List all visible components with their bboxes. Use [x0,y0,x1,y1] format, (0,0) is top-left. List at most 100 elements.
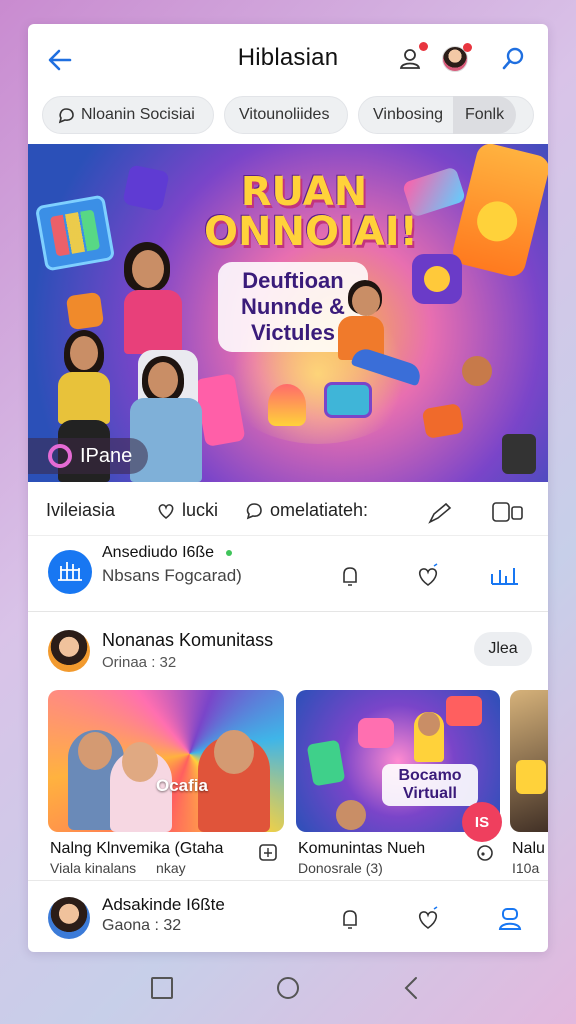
chip-videos[interactable]: Vitounoliides [224,96,348,134]
carousel-card[interactable]: Nalu I10a [510,690,548,880]
person-head [148,362,178,398]
community-header[interactable]: Nonanas Komunitass Orinaa : 32 Jlea [28,616,548,686]
post-author: Adsakinde I6ßte [102,895,225,914]
floating-tile [306,739,346,787]
floating-tile [358,718,394,748]
building-icon [58,562,82,581]
person-head [132,250,164,288]
back-nav-button[interactable] [398,974,426,1002]
chip-vinbosing[interactable]: Vinbosing Fonlk [358,96,534,134]
person-head [352,286,380,316]
comment-icon [246,502,262,519]
post-like-button[interactable] [414,562,442,590]
status-dot-icon [477,845,493,861]
community-join-button[interactable]: Jlea [474,632,532,666]
person-body [58,372,110,424]
circle-icon [277,977,299,999]
banner-headline-line-2: ONNOIAI! [204,209,418,255]
pen-button[interactable] [426,500,460,526]
post-stats-button[interactable] [488,562,518,590]
app-window: Hiblasian Nloanin Socisiai Vitounoliides… [28,24,548,952]
carousel-image-text: Bocamo Virtuall [382,764,478,806]
person-face [336,800,366,830]
notification-dot [419,42,428,51]
person-body [124,290,182,354]
community-avatar [48,630,90,672]
like-label: lucki [182,500,219,520]
bell-icon [343,910,357,929]
post-notify-button[interactable] [336,905,364,933]
person-head [70,336,98,370]
floating-tile [446,696,482,726]
carousel-image: Ocafia [48,690,284,832]
post-author: Ansediudo I6ße [102,544,215,561]
chip-segment[interactable]: Fonlk [452,96,517,134]
floating-tile [502,434,536,474]
floating-tile [421,402,465,440]
carousel-badge[interactable]: IS [462,802,502,842]
link-button[interactable] [498,44,528,74]
carousel-title: Nalu [512,840,545,857]
community-meta: Orinaa : 32 [102,654,177,671]
floating-tile [462,356,492,386]
link-icon [502,47,524,70]
carousel-subtitle: Viala kinalans nkay [50,860,186,876]
chevron-left-icon [404,977,417,999]
carousel-subtitle: Donosrale (3) [298,860,383,876]
community-name: Nonanas Komunitass [102,630,274,650]
pen-icon [428,502,452,524]
post-like-button[interactable] [414,905,442,933]
banner-headline: RUAN ONNOIAI! [204,169,418,255]
profile-button[interactable] [442,43,472,76]
chart-icon [491,568,518,585]
post-notify-button[interactable] [336,562,364,590]
floating-tile [516,760,546,794]
share-button[interactable] [490,500,534,524]
person-face [122,742,158,782]
hero-banner[interactable]: RUAN ONNOIAI! Deuftioan Nunnde & Victule… [28,144,548,482]
comment-button[interactable]: omelatiateh: [244,500,368,521]
person-face [418,712,440,736]
community-carousel: Ocafia Nalng Klnvemika (Gtaha Viala kina… [48,690,548,880]
carousel-title: Komunintas Nueh [298,840,426,857]
live-pill[interactable]: IPane [28,438,148,474]
person-icon [498,908,522,930]
carousel-image [510,690,548,832]
floating-tile [412,254,462,304]
chat-bubble-icon [58,108,74,124]
chip-social[interactable]: Nloanin Socisiai [42,96,214,134]
notifications-button[interactable] [396,42,428,74]
profile-dot [463,43,472,52]
comment-label: omelatiateh: [270,500,369,520]
person-face [214,730,254,774]
floating-tile [324,382,372,418]
heart-icon [418,906,438,929]
floating-tile [268,384,306,426]
recents-button[interactable] [148,974,176,1002]
banner-headline-line-1: RUAN [240,169,368,215]
post-item[interactable]: Adsakinde I6ßte Gaona : 32 [28,880,548,952]
action-label: Ivileiasia [46,500,115,521]
top-bar: Hiblasian [28,24,548,94]
carousel-card[interactable]: Ocafia Nalng Klnvemika (Gtaha Viala kina… [48,690,284,880]
chip-videos-label: Vitounoliides [239,106,330,123]
home-button[interactable] [274,974,302,1002]
chip-social-label: Nloanin Socisiai [81,106,195,123]
online-dot [226,550,232,556]
heart-icon [418,563,438,586]
carousel-subtitle-text: Viala kinalans [50,860,137,876]
live-icon [48,444,72,468]
system-nav-bar [0,952,576,1024]
carousel-subtitle: I10a [512,860,540,876]
like-button[interactable]: lucki [156,500,218,521]
live-label: IPane [80,444,133,467]
post-item[interactable]: Ansediudo I6ße Nbsans Fogcarad) [28,536,548,612]
carousel-card[interactable]: Bocamo Virtuall IS Komunintas Nueh Donos… [296,690,502,880]
floating-tile [122,164,170,212]
post-avatar [48,550,92,594]
floating-tile [65,291,105,331]
post-profile-button[interactable] [496,905,524,933]
square-icon [151,977,173,999]
phone-dot [472,197,522,246]
tile-circle [424,266,450,292]
